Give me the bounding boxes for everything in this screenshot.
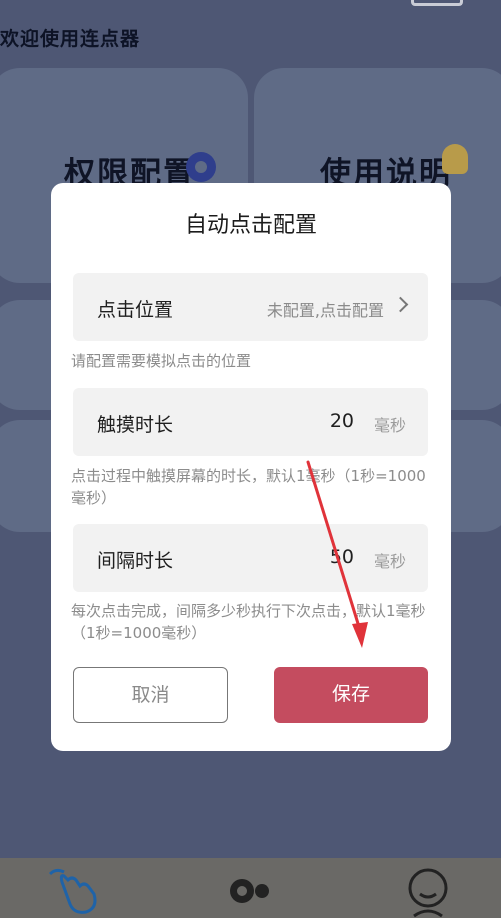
annotation-arrow: [306, 460, 368, 648]
